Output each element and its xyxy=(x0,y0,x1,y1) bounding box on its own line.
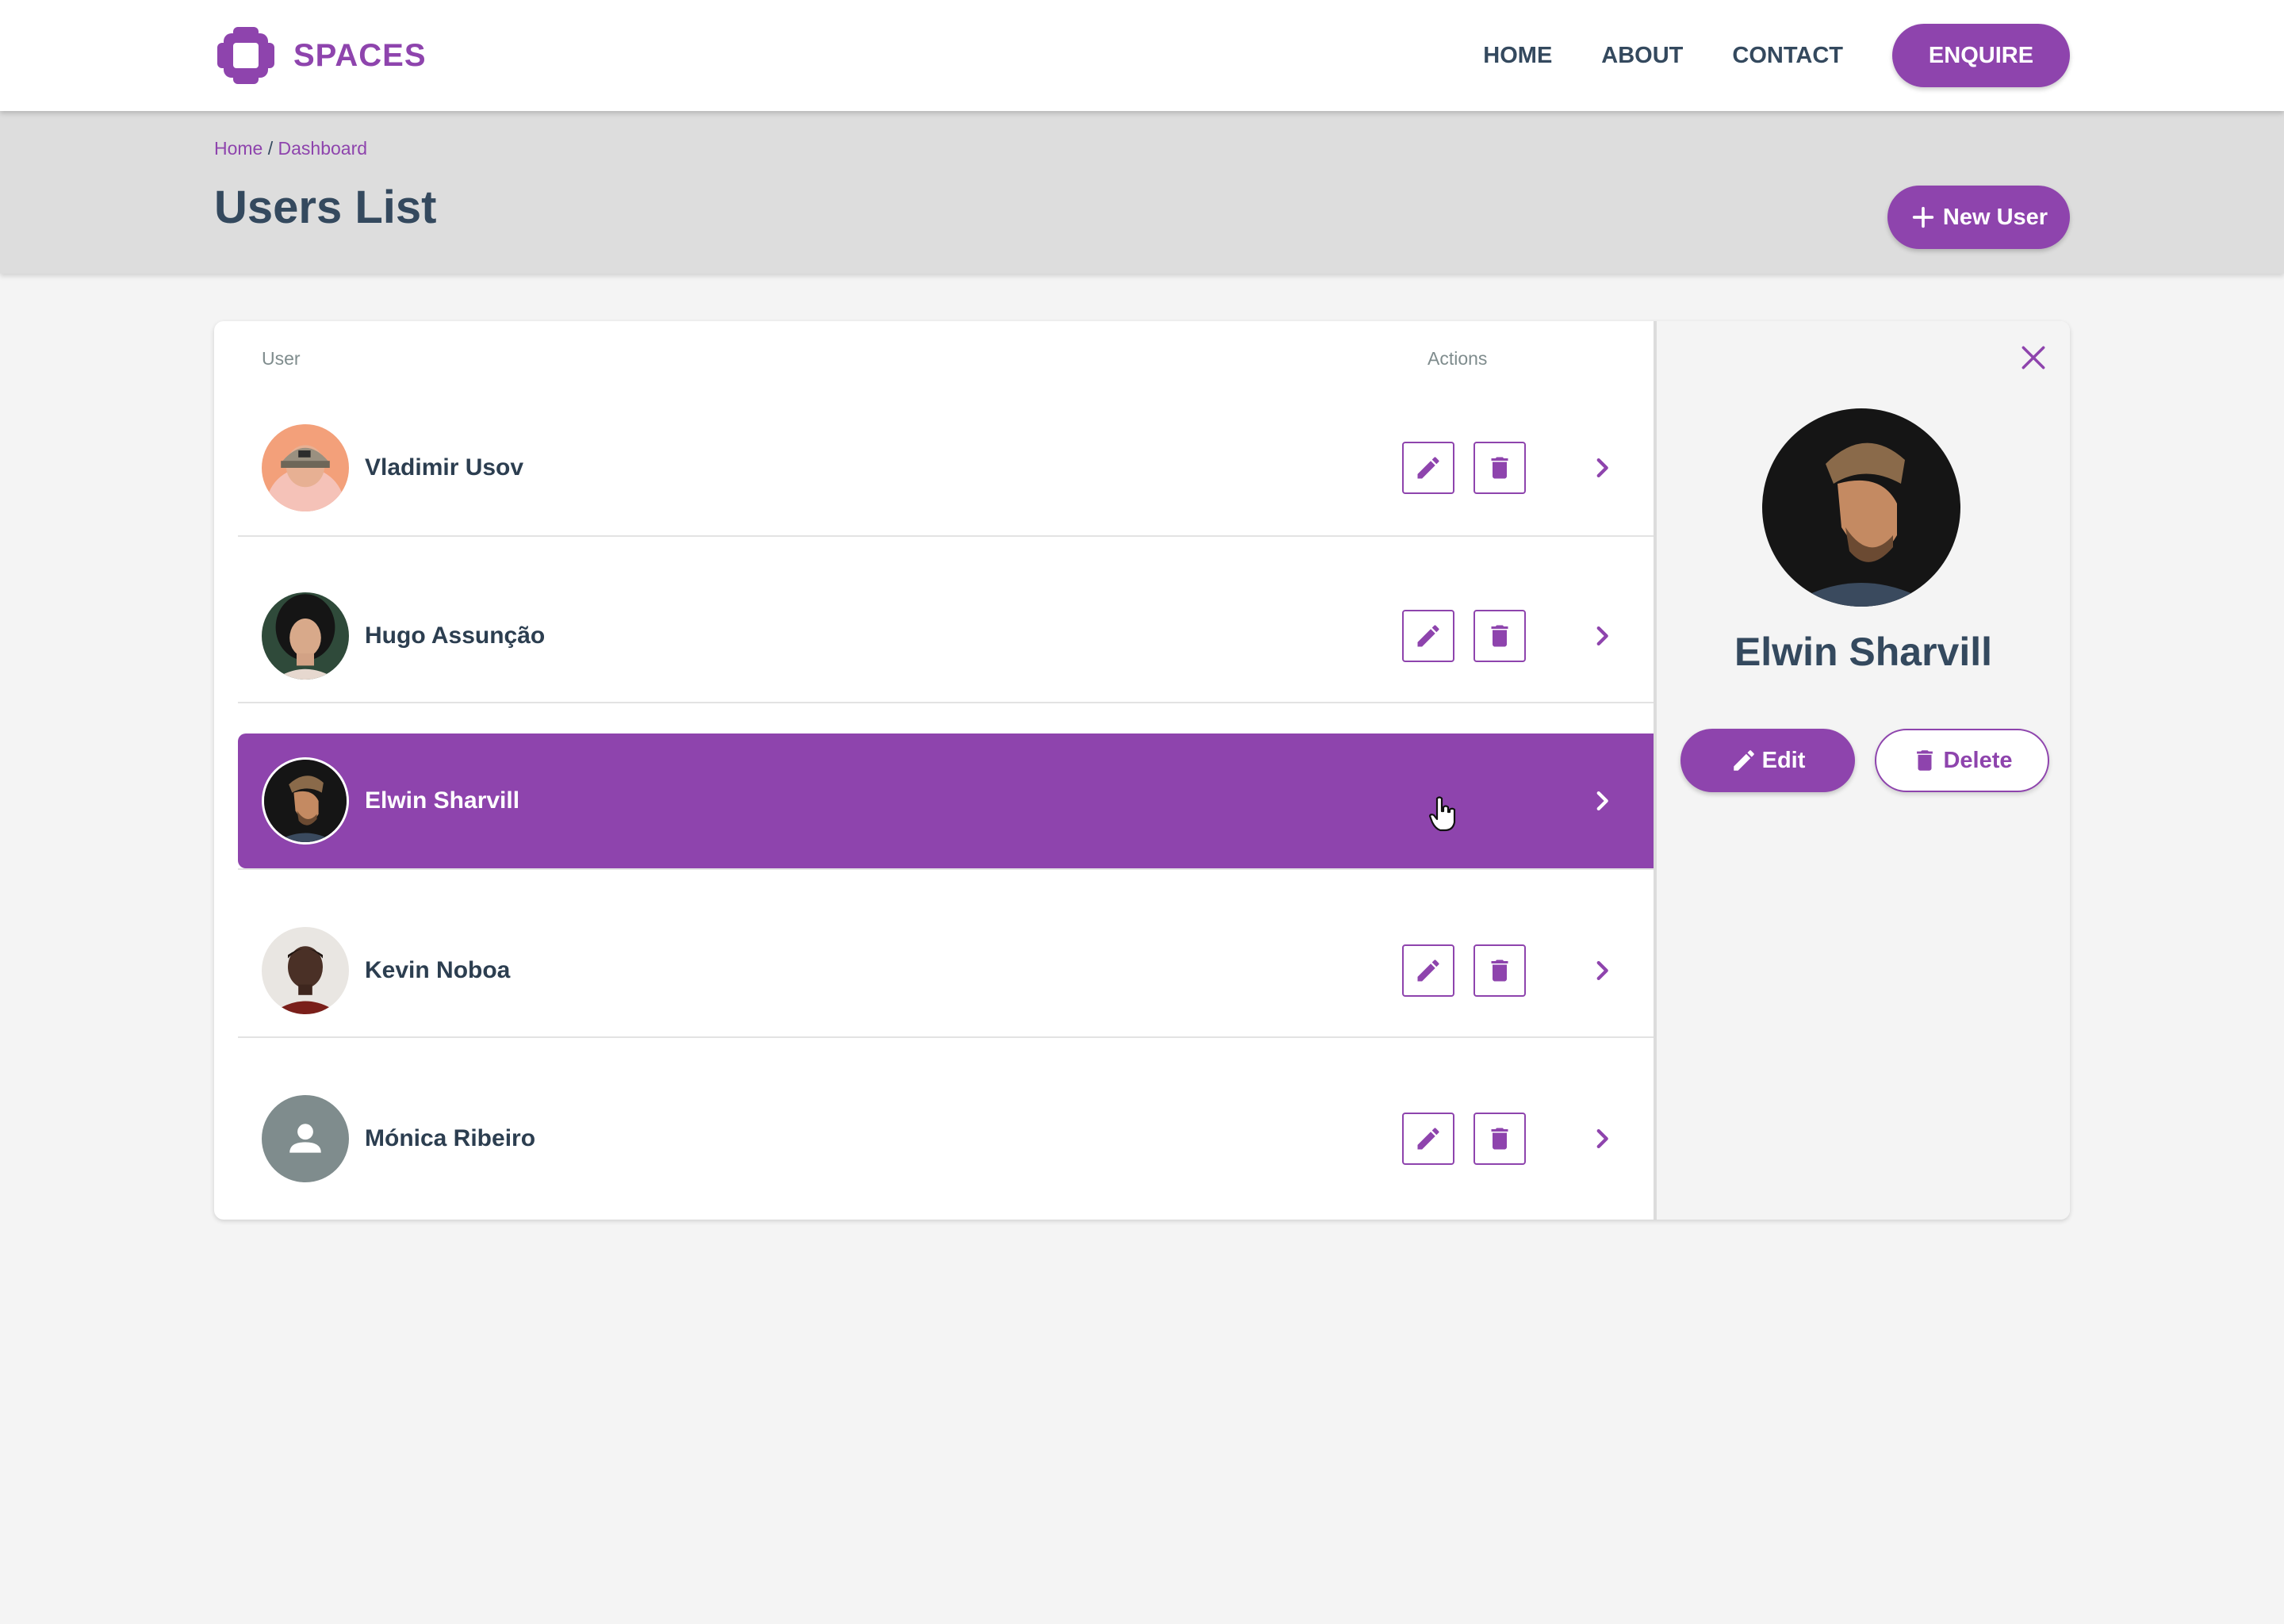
edit-button[interactable] xyxy=(1402,944,1454,997)
new-user-button[interactable]: New User xyxy=(1887,186,2070,249)
close-button[interactable] xyxy=(2016,340,2051,375)
user-detail-panel: Elwin Sharvill Edit Delete xyxy=(1654,321,2070,1220)
detail-edit-label: Edit xyxy=(1761,747,1806,773)
table-row[interactable]: Kevin Noboa xyxy=(238,903,1654,1038)
row-divider xyxy=(238,1036,1654,1038)
users-list: User Actions Vladimir Usov Hugo Assunção… xyxy=(214,321,1654,1220)
chevron-right-icon[interactable] xyxy=(1578,612,1626,660)
column-header-actions: Actions xyxy=(1428,348,1488,369)
column-header-user: User xyxy=(262,348,301,369)
nav-link-about[interactable]: ABOUT xyxy=(1601,43,1683,69)
navbar: SPACES HOME ABOUT CONTACT ENQUIRE xyxy=(0,0,2284,111)
user-name: Kevin Noboa xyxy=(365,957,511,983)
row-divider xyxy=(238,535,1654,537)
avatar xyxy=(262,927,349,1014)
nav-links: HOME ABOUT CONTACT ENQUIRE xyxy=(1483,24,2070,87)
trash-icon xyxy=(1491,1128,1508,1150)
chevron-right-icon[interactable] xyxy=(1578,947,1626,994)
user-name: Hugo Assunção xyxy=(365,622,546,649)
user-name: Vladimir Usov xyxy=(365,454,524,481)
breadcrumb: Home / Dashboard xyxy=(214,138,367,159)
users-card: User Actions Vladimir Usov Hugo Assunção… xyxy=(214,321,2070,1220)
pencil-icon xyxy=(1417,959,1439,982)
trash-icon xyxy=(1491,625,1508,647)
edit-button[interactable] xyxy=(1402,1113,1454,1165)
enquire-button[interactable]: ENQUIRE xyxy=(1892,24,2070,87)
detail-user-name: Elwin Sharvill xyxy=(1734,630,1993,674)
chevron-right-icon[interactable] xyxy=(1578,777,1626,825)
page-header: Home / Dashboard Users List New User xyxy=(0,111,2284,274)
avatar xyxy=(262,757,349,845)
close-icon xyxy=(2021,346,2045,370)
pencil-icon xyxy=(1417,625,1439,647)
new-user-label: New User xyxy=(1942,204,2048,230)
avatar xyxy=(262,1095,349,1182)
edit-button[interactable] xyxy=(1402,442,1454,494)
delete-button[interactable] xyxy=(1473,610,1526,662)
pencil-icon xyxy=(1733,750,1754,771)
user-name: Mónica Ribeiro xyxy=(365,1125,536,1151)
avatar xyxy=(262,424,349,511)
hand-cursor-icon xyxy=(1428,796,1456,832)
brand[interactable]: SPACES xyxy=(214,24,427,87)
avatar xyxy=(262,592,349,680)
trash-icon xyxy=(1917,750,1933,771)
row-divider xyxy=(238,868,1654,870)
edit-button[interactable] xyxy=(1402,610,1454,662)
table-row[interactable]: Mónica Ribeiro xyxy=(238,1071,1654,1206)
placeholder-person-icon xyxy=(262,1095,349,1182)
detail-edit-button[interactable]: Edit xyxy=(1680,729,1855,792)
pencil-icon xyxy=(1417,457,1439,479)
breadcrumb-dashboard[interactable]: Dashboard xyxy=(278,138,368,159)
chevron-right-icon[interactable] xyxy=(1578,444,1626,492)
puzzle-cross-icon xyxy=(217,27,274,84)
breadcrumb-separator: / xyxy=(267,138,274,159)
nav-link-home[interactable]: HOME xyxy=(1483,43,1552,69)
page-title: Users List xyxy=(214,182,437,233)
nav-link-contact[interactable]: CONTACT xyxy=(1732,43,1843,69)
trash-icon xyxy=(1491,457,1508,479)
detail-delete-label: Delete xyxy=(1943,747,2013,773)
plus-icon xyxy=(1912,206,1934,228)
detail-avatar xyxy=(1762,408,1960,607)
delete-button[interactable] xyxy=(1473,1113,1526,1165)
delete-button[interactable] xyxy=(1473,442,1526,494)
brand-name: SPACES xyxy=(293,37,427,73)
table-row[interactable]: Hugo Assunção xyxy=(238,569,1654,703)
row-divider xyxy=(238,702,1654,703)
table-row-selected[interactable]: Elwin Sharvill xyxy=(238,733,1654,868)
pencil-icon xyxy=(1417,1128,1439,1150)
breadcrumb-home[interactable]: Home xyxy=(214,138,263,159)
trash-icon xyxy=(1491,959,1508,982)
detail-delete-button[interactable]: Delete xyxy=(1875,729,2049,792)
delete-button[interactable] xyxy=(1473,944,1526,997)
table-row[interactable]: Vladimir Usov xyxy=(238,400,1654,535)
user-name: Elwin Sharvill xyxy=(365,787,520,814)
chevron-right-icon[interactable] xyxy=(1578,1115,1626,1162)
